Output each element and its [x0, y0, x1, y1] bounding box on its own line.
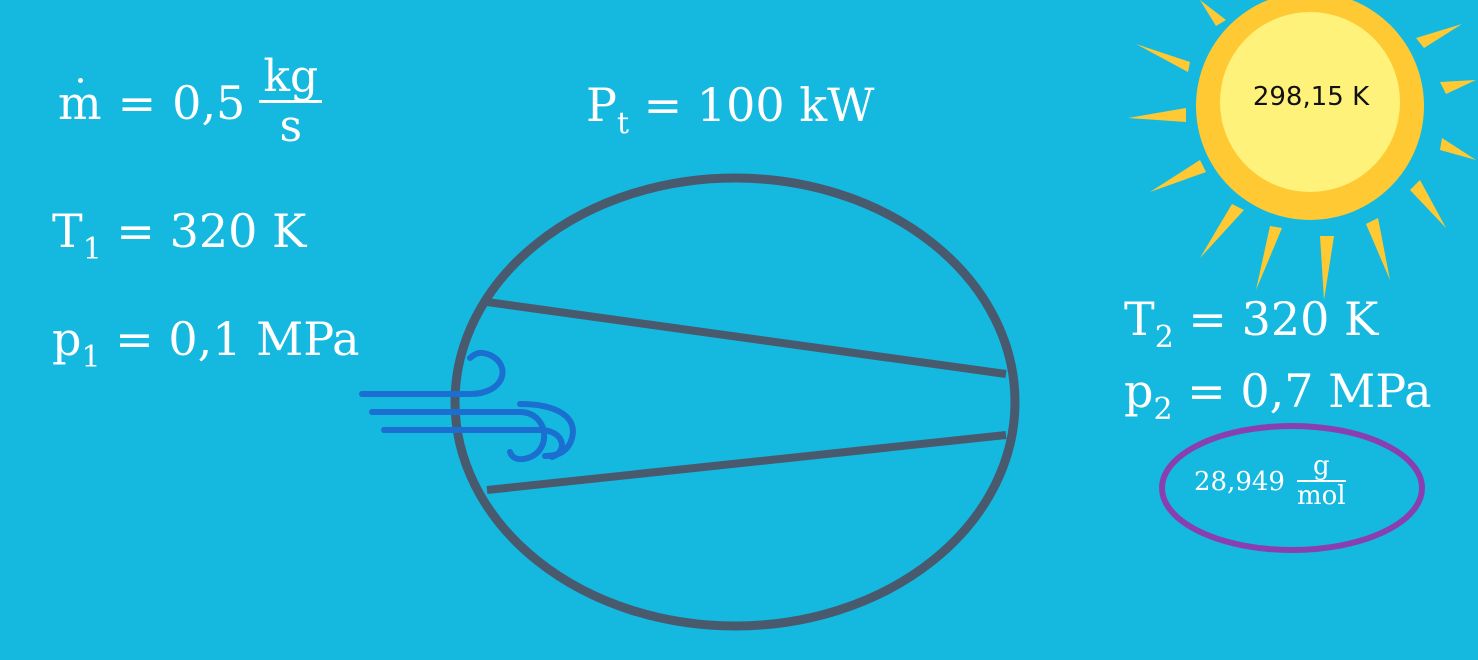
- molar-mass: 28,949 g mol: [1194, 451, 1346, 512]
- t2-equation: T2 = 320 K: [1124, 296, 1378, 353]
- t2-sub: 2: [1154, 320, 1174, 355]
- t2-symbol: T: [1124, 292, 1155, 346]
- mass-flow-equals: =: [117, 75, 157, 130]
- p1-symbol: p: [52, 312, 82, 366]
- p1-sub: 1: [81, 340, 101, 375]
- mass-flow-symbol: m: [58, 75, 102, 130]
- mass-flow-equation: m = 0,5 kg s: [58, 51, 323, 153]
- p2-equation: p2 = 0,7 MPa: [1124, 368, 1432, 425]
- ambient-temperature-label: 298,15 K: [1252, 82, 1370, 112]
- t1-text: = 320 K: [116, 204, 307, 258]
- molar-mass-unit-num: g: [1312, 451, 1330, 481]
- t2-text: = 320 K: [1188, 292, 1379, 346]
- p2-symbol: p: [1124, 364, 1154, 418]
- mass-flow-unit: kg s: [259, 51, 323, 153]
- p2-text: = 0,7 MPa: [1187, 364, 1432, 418]
- compressor-icon: [450, 173, 1020, 631]
- molar-mass-unit-den: mol: [1296, 481, 1346, 512]
- wind-icon: [359, 349, 576, 463]
- compressor-upper-line: [486, 298, 1007, 378]
- sun-icon: [1128, 0, 1476, 300]
- t1-symbol: T: [52, 204, 83, 258]
- p1-equation: p1 = 0,1 MPa: [52, 316, 360, 373]
- compressor-casing: [450, 173, 1020, 631]
- t1-sub: 1: [82, 232, 102, 267]
- mass-flow-value: 0,5: [172, 75, 246, 130]
- power-symbol: P: [586, 78, 617, 132]
- mass-flow-unit-den: s: [279, 101, 303, 153]
- molar-mass-unit: g mol: [1296, 451, 1346, 512]
- compressor-lower-line: [486, 431, 1007, 494]
- p2-sub: 2: [1153, 392, 1173, 427]
- power-equation: Pt = 100 kW: [586, 82, 874, 139]
- p1-text: = 0,1 MPa: [115, 312, 360, 366]
- molar-mass-value: 28,949: [1194, 466, 1285, 497]
- t1-equation: T1 = 320 K: [52, 208, 306, 265]
- power-sub: t: [616, 106, 630, 141]
- power-text: = 100 kW: [643, 78, 875, 132]
- mass-flow-unit-num: kg: [263, 51, 319, 102]
